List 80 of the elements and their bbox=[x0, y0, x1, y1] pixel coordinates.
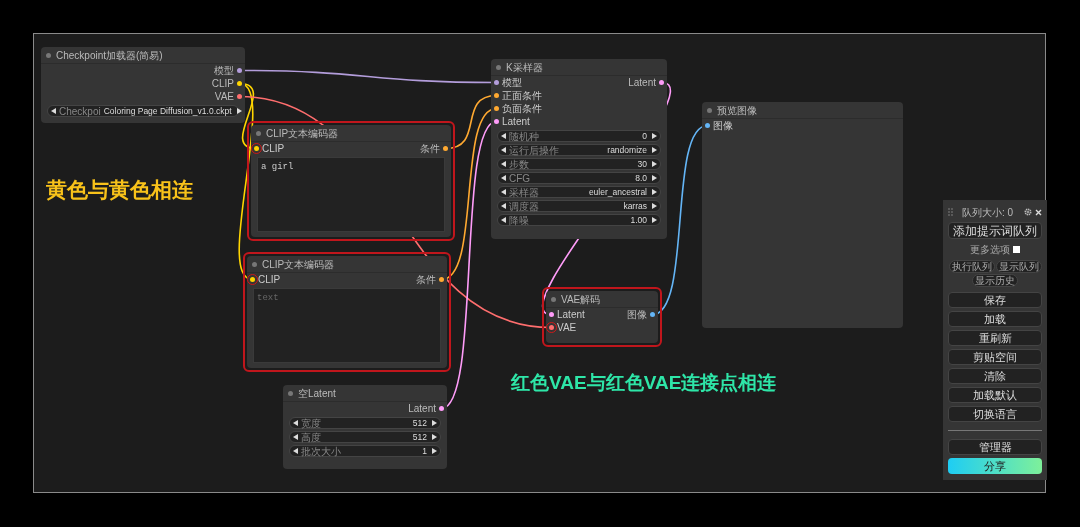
increment-arrow-icon[interactable] bbox=[652, 217, 657, 223]
queue-size-label: 队列大小: 0 bbox=[962, 205, 1014, 220]
port-label: Latent bbox=[557, 308, 585, 322]
increment-arrow-icon[interactable] bbox=[652, 147, 657, 153]
widget-field[interactable]: 宽度 512 bbox=[289, 417, 441, 429]
annotation-text: 黄色与黄色相连 bbox=[46, 177, 193, 203]
drag-handle-icon[interactable] bbox=[948, 208, 953, 216]
increment-arrow-icon[interactable] bbox=[652, 189, 657, 195]
more-options-checkbox[interactable] bbox=[1013, 246, 1020, 253]
node-title: 预览图像 bbox=[717, 103, 757, 118]
panel-button[interactable]: 加载 bbox=[948, 311, 1042, 327]
decrement-arrow-icon[interactable] bbox=[293, 434, 298, 440]
port-label: 条件 bbox=[416, 273, 436, 287]
increment-arrow-icon[interactable] bbox=[652, 203, 657, 209]
share-button[interactable]: 分享 bbox=[948, 458, 1042, 474]
port-label: CLIP bbox=[258, 273, 281, 287]
panel-button[interactable]: 加载默认 bbox=[948, 387, 1042, 403]
increment-arrow-icon[interactable] bbox=[432, 434, 437, 440]
small-button[interactable]: 显示历史 bbox=[972, 274, 1018, 287]
node-title: VAE解码 bbox=[561, 292, 601, 307]
decrement-arrow-icon[interactable] bbox=[501, 175, 506, 181]
widget-field[interactable]: 步数 30 bbox=[497, 158, 661, 170]
prompt-text-field[interactable]: text bbox=[253, 288, 441, 363]
port-label: 条件 bbox=[420, 142, 440, 156]
port-label: Latent bbox=[408, 402, 436, 416]
increment-arrow-icon[interactable] bbox=[432, 448, 437, 454]
node-title: 空Latent bbox=[298, 386, 336, 401]
port-label: 正面条件 bbox=[502, 89, 542, 103]
panel-button[interactable]: 切换语言 bbox=[948, 406, 1042, 422]
widget-field[interactable]: 运行后操作 randomize bbox=[497, 144, 661, 156]
port-label: 模型 bbox=[214, 64, 234, 78]
widget-field[interactable]: Checkpoi Coloring Page Diffusion_v1.0.ckpt bbox=[47, 105, 239, 117]
panel-button[interactable]: 剪贴空间 bbox=[948, 349, 1042, 365]
increment-arrow-icon[interactable] bbox=[652, 175, 657, 181]
decrement-arrow-icon[interactable] bbox=[501, 203, 506, 209]
port-label: CLIP bbox=[211, 77, 234, 91]
prompt-text-field[interactable]: a girl bbox=[257, 157, 445, 232]
node-title: K采样器 bbox=[506, 60, 543, 75]
close-icon[interactable] bbox=[1035, 208, 1042, 216]
decrement-arrow-icon[interactable] bbox=[501, 217, 506, 223]
port-label: VAE bbox=[557, 321, 577, 335]
widget-field[interactable]: 高度 512 bbox=[289, 431, 441, 443]
widget-field[interactable]: 降噪 1.00 bbox=[497, 214, 661, 226]
port-label: VAE bbox=[214, 90, 234, 104]
manager-button[interactable]: 管理器 bbox=[948, 439, 1042, 455]
settings-icon[interactable] bbox=[1024, 208, 1032, 216]
decrement-arrow-icon[interactable] bbox=[293, 420, 298, 426]
widget-field[interactable]: CFG 8.0 bbox=[497, 172, 661, 184]
increment-arrow-icon[interactable] bbox=[236, 108, 242, 114]
more-options-label: 更多选项 bbox=[970, 243, 1010, 257]
widget-field[interactable]: 批次大小 1 bbox=[289, 445, 441, 457]
panel-button[interactable]: 重刷新 bbox=[948, 330, 1042, 346]
decrement-arrow-icon[interactable] bbox=[501, 161, 506, 167]
queue-prompt-button[interactable]: 添加提示词队列 bbox=[948, 222, 1042, 239]
port-label: CLIP bbox=[262, 142, 285, 156]
decrement-arrow-icon[interactable] bbox=[501, 189, 506, 195]
increment-arrow-icon[interactable] bbox=[652, 161, 657, 167]
port-label: 负面条件 bbox=[502, 102, 542, 116]
decrement-arrow-icon[interactable] bbox=[293, 448, 298, 454]
decrement-arrow-icon[interactable] bbox=[501, 147, 506, 153]
panel-button[interactable]: 清除 bbox=[948, 368, 1042, 384]
widget-field[interactable]: 随机种 0 bbox=[497, 130, 661, 142]
small-button[interactable]: 执行队列 bbox=[948, 260, 995, 273]
annotation-text: 红色VAE与红色VAE连接点相连 bbox=[511, 371, 777, 395]
small-button[interactable]: 显示队列 bbox=[995, 260, 1042, 273]
decrement-arrow-icon[interactable] bbox=[51, 108, 56, 114]
increment-arrow-icon[interactable] bbox=[652, 133, 657, 139]
port-label: 模型 bbox=[502, 76, 522, 90]
node-title: CLIP文本编码器 bbox=[262, 257, 335, 272]
panel-button[interactable]: 保存 bbox=[948, 292, 1042, 308]
increment-arrow-icon[interactable] bbox=[432, 420, 437, 426]
port-label: 图像 bbox=[627, 308, 647, 322]
widget-field[interactable]: 调度器 karras bbox=[497, 200, 661, 212]
port-label: Latent bbox=[628, 76, 656, 90]
node-title: Checkpoint加载器(简易) bbox=[56, 48, 163, 63]
widget-field[interactable]: 采样器 euler_ancestral bbox=[497, 186, 661, 198]
port-label: 图像 bbox=[713, 119, 733, 133]
decrement-arrow-icon[interactable] bbox=[501, 133, 506, 139]
node-title: CLIP文本编码器 bbox=[266, 126, 339, 141]
port-label: Latent bbox=[502, 115, 530, 129]
